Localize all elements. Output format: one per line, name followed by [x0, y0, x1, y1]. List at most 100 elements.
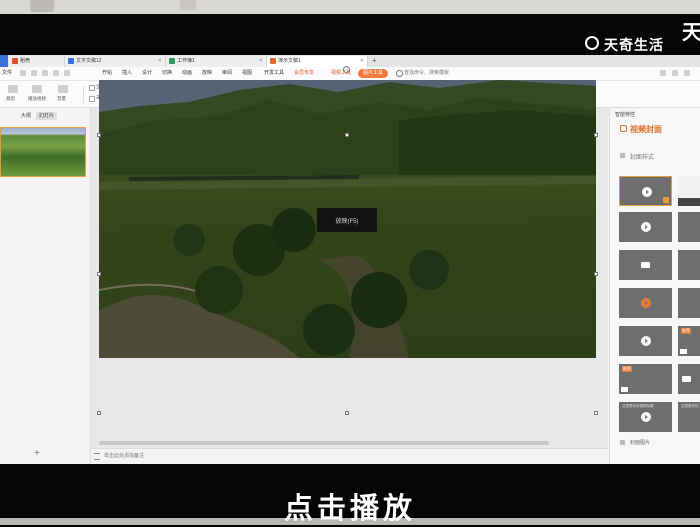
- tab-slides[interactable]: 幻灯片: [36, 112, 58, 120]
- tab-outline[interactable]: 大纲: [18, 112, 34, 120]
- tab-label: 稻壳: [20, 58, 31, 64]
- cover-style-tile[interactable]: [619, 326, 672, 356]
- resize-handle[interactable]: [594, 411, 598, 415]
- tile-caption: 这里是你的: [681, 404, 699, 408]
- cover-style-tile[interactable]: 这里是你的: [678, 402, 700, 432]
- crop-icon[interactable]: [8, 85, 18, 93]
- tab-presentation[interactable]: 演示文稿1 ✕: [267, 56, 368, 67]
- notes-placeholder: 单击此处添加备注: [104, 453, 145, 459]
- cover-style-tile[interactable]: [619, 176, 672, 206]
- desk-object: [180, 0, 196, 10]
- video-cover-panel: 智能特性 视频封面 封面样式 推荐 推荐 这里是你的视频标题 这里是你的 封面图…: [609, 108, 700, 464]
- cover-style-tile[interactable]: [619, 212, 672, 242]
- rotate-handle-icon[interactable]: [343, 66, 350, 73]
- menu-design[interactable]: 设计: [142, 67, 152, 80]
- cover-style-tile[interactable]: 推荐: [678, 326, 700, 356]
- watermark-logo-icon: [585, 36, 599, 50]
- hide-checkbox[interactable]: [89, 96, 95, 102]
- cover-style-tile[interactable]: 推荐: [619, 364, 672, 394]
- selected-check-icon: [663, 197, 669, 203]
- menu-bar: 文件 开始 插入 设计 切换 动画 放映 审阅 视图 开发工具 会员专享 视频工…: [0, 67, 700, 81]
- writer-icon: [68, 57, 74, 64]
- resize-handle[interactable]: [594, 272, 598, 276]
- play-slideshow-button[interactable]: 放映(F5): [317, 208, 377, 232]
- menu-animation[interactable]: 动画: [182, 67, 192, 80]
- docer-icon: [12, 57, 18, 64]
- tile-caption: 这里是你的视频标题: [622, 404, 654, 408]
- section-icon: [620, 153, 625, 158]
- menu-review[interactable]: 审阅: [222, 67, 232, 80]
- print-icon[interactable]: [42, 70, 48, 76]
- play-video-button[interactable]: 播放视频: [28, 96, 46, 102]
- share-icon[interactable]: [660, 70, 666, 76]
- cover-image-label[interactable]: 封面图片: [630, 439, 650, 446]
- menu-slideshow[interactable]: 放映: [202, 67, 212, 80]
- add-slide-button[interactable]: +: [34, 448, 40, 459]
- panel-heading: 视频封面: [630, 125, 662, 134]
- resize-handle[interactable]: [345, 411, 349, 415]
- spreadsheet-icon: [169, 57, 175, 64]
- resize-handle[interactable]: [97, 133, 101, 137]
- tab-label: 文字文稿12: [76, 58, 102, 64]
- menu-insert[interactable]: 插入: [122, 67, 132, 80]
- fullscreen-checkbox[interactable]: [89, 85, 95, 91]
- toolbar-separator: [83, 85, 84, 103]
- more-icon[interactable]: [672, 70, 678, 76]
- search-icon: [396, 70, 403, 77]
- cover-style-tile[interactable]: [619, 288, 672, 318]
- tab-bar: 稻壳 文字文稿12 ✕ 工作簿1 ✕ 演示文稿1 ✕ +: [0, 55, 700, 67]
- cover-style-tile[interactable]: [678, 212, 700, 242]
- close-icon[interactable]: ✕: [158, 56, 162, 67]
- resize-handle[interactable]: [97, 272, 101, 276]
- menu-view[interactable]: 视图: [242, 67, 252, 80]
- crop-button[interactable]: 裁剪: [6, 96, 15, 102]
- cover-style-tile[interactable]: [678, 288, 700, 318]
- close-icon[interactable]: ✕: [360, 56, 364, 67]
- panel-title: 智能特性: [615, 112, 636, 118]
- resize-handle[interactable]: [594, 133, 598, 137]
- horizontal-scrollbar[interactable]: [99, 441, 549, 445]
- close-icon[interactable]: ✕: [259, 56, 263, 67]
- home-button[interactable]: [0, 55, 8, 67]
- menu-transition[interactable]: 切换: [162, 67, 172, 80]
- resize-handle[interactable]: [345, 133, 349, 137]
- top-black-band: 天 天奇生活: [0, 0, 700, 55]
- tab-workbook[interactable]: 工作簿1 ✕: [166, 56, 267, 67]
- video-cover-icon: [620, 125, 627, 132]
- slide-thumbnail-panel: 大纲 幻灯片 +: [0, 108, 91, 464]
- tab-docer[interactable]: 稻壳: [9, 56, 65, 67]
- menu-developer[interactable]: 开发工具: [264, 67, 284, 80]
- undo-icon[interactable]: [64, 70, 70, 76]
- menu-home[interactable]: 开始: [102, 67, 112, 80]
- play-video-icon[interactable]: [32, 85, 42, 93]
- cover-style-tile[interactable]: [678, 176, 700, 206]
- presentation-icon: [270, 57, 276, 64]
- tab-document[interactable]: 文字文稿12 ✕: [65, 56, 166, 67]
- cover-style-tile[interactable]: [619, 250, 672, 280]
- tab-label: 工作簿1: [177, 58, 195, 64]
- collapse-icon[interactable]: [684, 70, 690, 76]
- export-icon[interactable]: [31, 70, 37, 76]
- cover-image-icon: [620, 440, 625, 445]
- save-icon[interactable]: [20, 70, 26, 76]
- desk-background: [0, 0, 700, 14]
- preview-icon[interactable]: [53, 70, 59, 76]
- notes-pane[interactable]: 单击此处添加备注: [91, 448, 608, 464]
- cover-style-tile[interactable]: [678, 250, 700, 280]
- cover-style-tile[interactable]: 这里是你的视频标题: [619, 402, 672, 432]
- new-tab-button[interactable]: +: [372, 56, 377, 66]
- window-controls: [660, 70, 696, 77]
- resize-handle[interactable]: [97, 411, 101, 415]
- cover-style-tile[interactable]: [678, 364, 700, 394]
- volume-button[interactable]: 音量: [57, 96, 66, 102]
- slide-thumbnail[interactable]: [0, 127, 86, 177]
- menu-member[interactable]: 会员专享: [294, 67, 314, 80]
- menu-file[interactable]: 文件: [2, 67, 12, 80]
- command-search[interactable]: 查找命令、搜索模板: [404, 67, 449, 80]
- watermark-brand: 天奇生活: [604, 37, 664, 53]
- volume-icon[interactable]: [58, 85, 68, 93]
- notes-icon: [94, 453, 100, 460]
- menu-picture-tools[interactable]: 图片工具: [358, 69, 389, 78]
- tile-badge: 推荐: [622, 366, 632, 372]
- video-subtitle: 点击播放: [283, 493, 416, 525]
